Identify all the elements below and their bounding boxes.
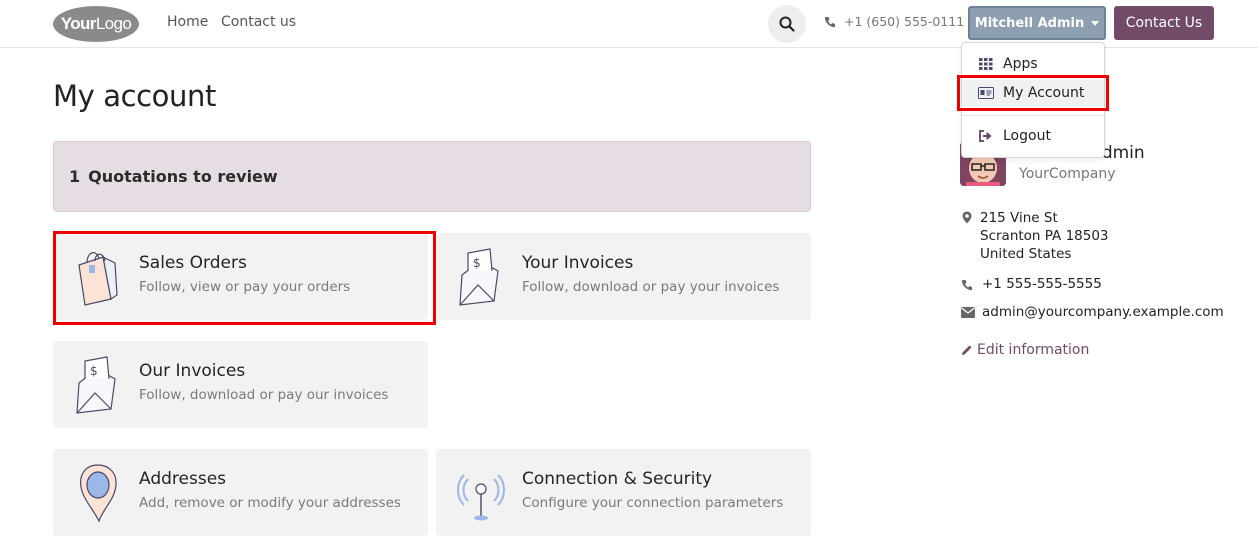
highlight-box-my-account xyxy=(957,75,1109,111)
profile-email: admin@yourcompany.example.com xyxy=(982,304,1224,320)
contact-us-button[interactable]: Contact Us xyxy=(1114,6,1214,40)
page-title: My account xyxy=(53,79,216,113)
header-phone-text: +1 (650) 555-0111 xyxy=(844,14,965,29)
svg-text:$: $ xyxy=(90,364,98,378)
card-title: Our Invoices xyxy=(139,361,246,381)
card-title: Connection & Security xyxy=(522,469,713,489)
pencil-icon xyxy=(962,345,972,355)
menu-divider xyxy=(962,115,1104,116)
phone-icon xyxy=(824,16,835,27)
alert-count: 1 xyxy=(69,167,81,186)
address-line: 215 Vine St xyxy=(980,210,1058,226)
address-line: Scranton PA 18503 xyxy=(980,228,1109,244)
card-description: Configure your connection parameters xyxy=(522,495,784,511)
logout-icon xyxy=(978,130,994,142)
header-phone[interactable]: +1 (650) 555-0111 xyxy=(824,14,964,29)
nav-link-home[interactable]: Home xyxy=(167,14,208,30)
card-description: Follow, download or pay your invoices xyxy=(522,279,780,295)
map-pin-icon xyxy=(80,464,117,523)
svg-text:$: $ xyxy=(473,256,481,270)
grid-icon xyxy=(978,58,994,70)
user-menu-button[interactable]: Mitchell Admin xyxy=(968,6,1106,40)
profile-phone: +1 555-555-5555 xyxy=(982,276,1102,292)
card-description: Follow, download or pay our invoices xyxy=(139,387,389,403)
card-addresses[interactable]: Addresses Add, remove or modify your add… xyxy=(53,449,428,536)
quotations-alert[interactable]: 1 Quotations to review xyxy=(53,141,811,212)
caret-down-icon xyxy=(1091,20,1100,26)
profile-company: YourCompany xyxy=(1019,166,1116,182)
user-menu-name: Mitchell Admin xyxy=(974,15,1085,31)
envelope-icon xyxy=(961,307,975,318)
card-title: Addresses xyxy=(139,469,227,489)
nav-link-contact[interactable]: Contact us xyxy=(221,14,296,30)
card-your-invoices[interactable]: $ Your Invoices Follow, download or pay … xyxy=(436,233,811,320)
address-line: United States xyxy=(980,246,1072,262)
signal-tower-icon xyxy=(457,474,505,521)
card-title: Your Invoices xyxy=(522,253,634,273)
phone-icon xyxy=(961,280,972,291)
edit-information-link[interactable]: Edit information xyxy=(961,342,1089,358)
card-our-invoices[interactable]: $ Our Invoices Follow, download or pay o… xyxy=(53,341,428,428)
profile-address: 215 Vine St Scranton PA 18503 United Sta… xyxy=(980,209,1109,263)
top-navbar: Your Logo Home Contact us +1 (650) 555-01… xyxy=(0,0,1258,48)
alert-text: Quotations to review xyxy=(88,167,278,186)
site-logo[interactable]: Your Logo xyxy=(53,6,139,42)
menu-item-logout-label: Logout xyxy=(1003,128,1051,144)
menu-item-apps[interactable]: Apps xyxy=(962,51,1104,77)
menu-item-apps-label: Apps xyxy=(1003,56,1038,72)
search-button[interactable] xyxy=(768,5,806,43)
menu-item-logout[interactable]: Logout xyxy=(962,123,1104,149)
invoice-envelope-icon: $ xyxy=(459,248,499,306)
invoice-envelope-icon: $ xyxy=(76,356,116,414)
card-description: Add, remove or modify your addresses xyxy=(139,495,401,511)
edit-information-label: Edit information xyxy=(977,342,1090,358)
search-icon xyxy=(779,16,795,32)
highlight-box-sales-orders xyxy=(53,231,436,325)
map-marker-icon xyxy=(962,211,972,224)
card-connection-security[interactable]: Connection & Security Configure your con… xyxy=(436,449,811,536)
